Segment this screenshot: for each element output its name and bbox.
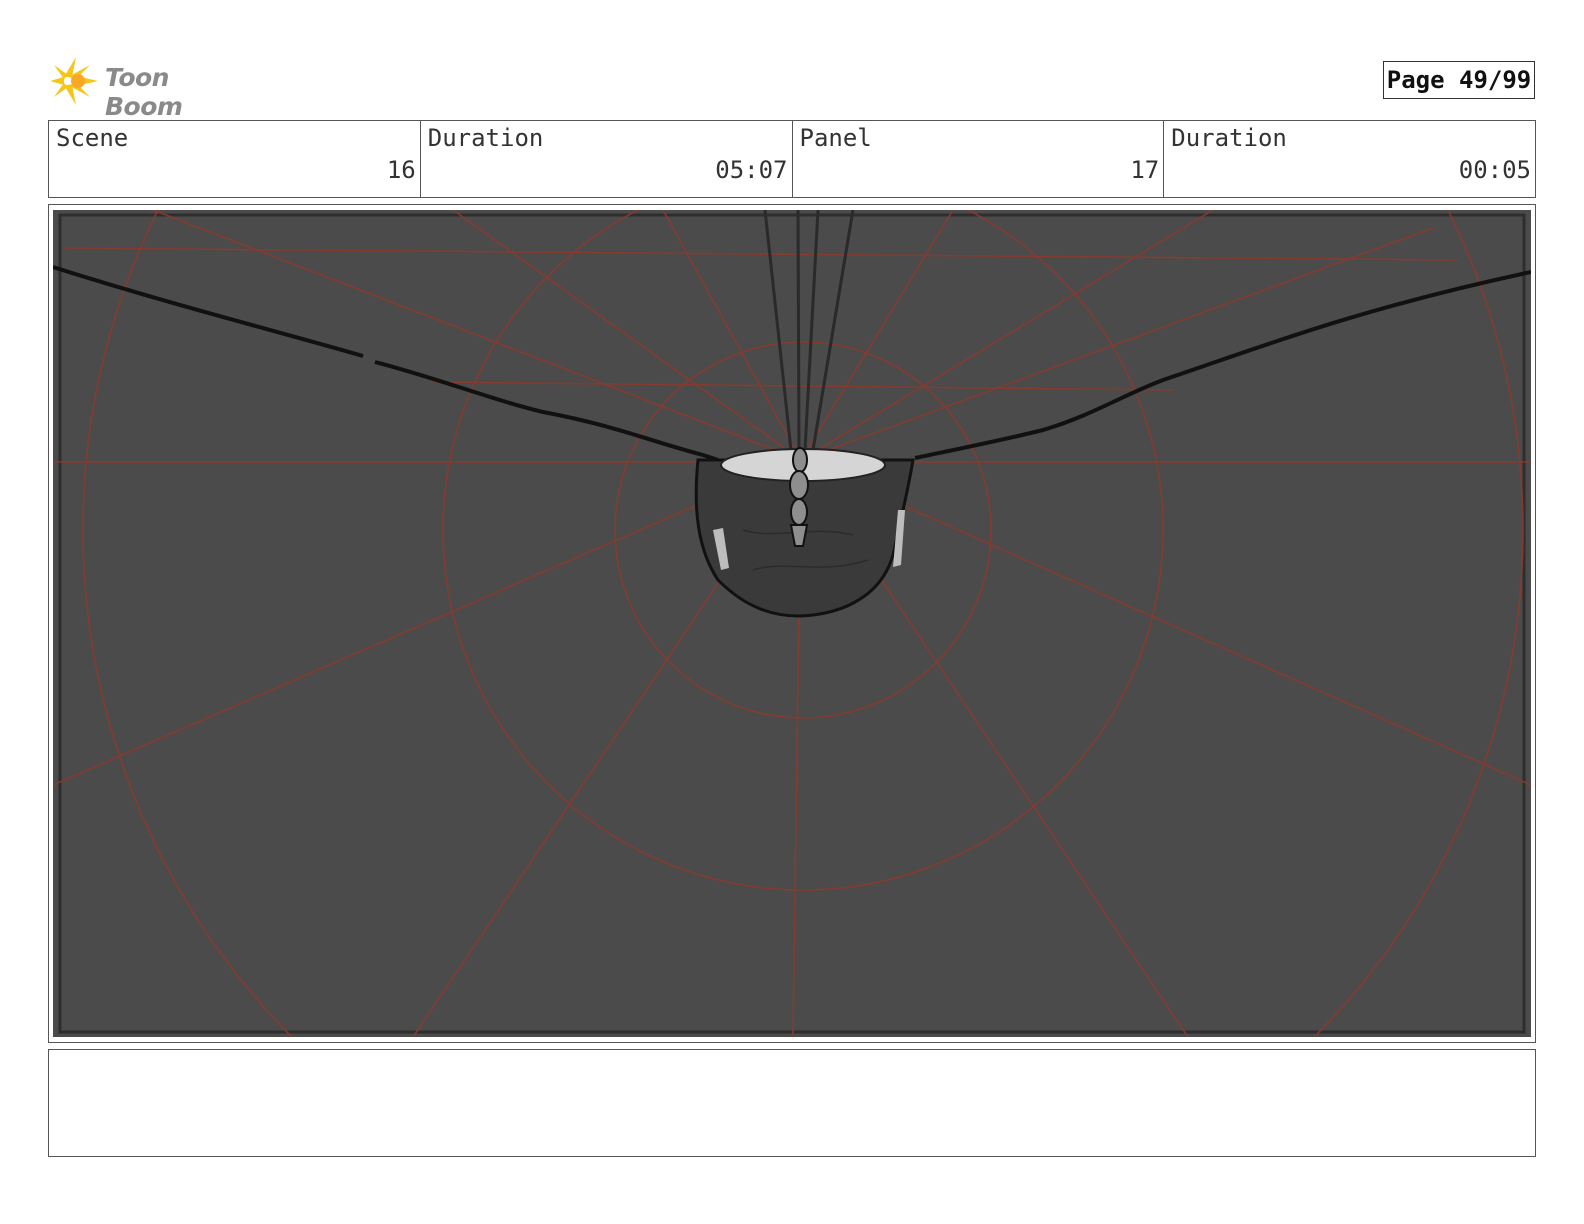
panel-notes-box: [48, 1049, 1536, 1157]
scene-duration-cell: Duration 05:07: [421, 121, 793, 197]
panel-cell: Panel 17: [793, 121, 1165, 197]
storyboard-panel-drawing: [53, 210, 1531, 1037]
toon-boom-logo: Toon Boom: [50, 55, 250, 121]
scene-duration-label: Duration: [427, 124, 544, 152]
panel-label: Panel: [799, 124, 872, 152]
scene-cell: Scene 16: [49, 121, 421, 197]
page-number: Page 49/99: [1383, 61, 1535, 99]
panel-duration-value: 00:05: [1458, 156, 1531, 184]
storyboard-panel-frame: [48, 204, 1536, 1043]
logo-text: Toon Boom: [105, 63, 183, 121]
scene-duration-value: 05:07: [715, 156, 788, 184]
toon-boom-burst-icon: [50, 57, 98, 105]
panel-value: 17: [1130, 156, 1160, 184]
scene-value: 16: [386, 156, 416, 184]
panel-background: [53, 210, 1531, 1037]
scene-info-table: Scene 16 Duration 05:07 Panel 17 Duratio…: [48, 120, 1536, 198]
scene-label: Scene: [56, 124, 129, 152]
panel-duration-cell: Duration 00:05: [1164, 121, 1535, 197]
panel-duration-label: Duration: [1171, 124, 1287, 152]
